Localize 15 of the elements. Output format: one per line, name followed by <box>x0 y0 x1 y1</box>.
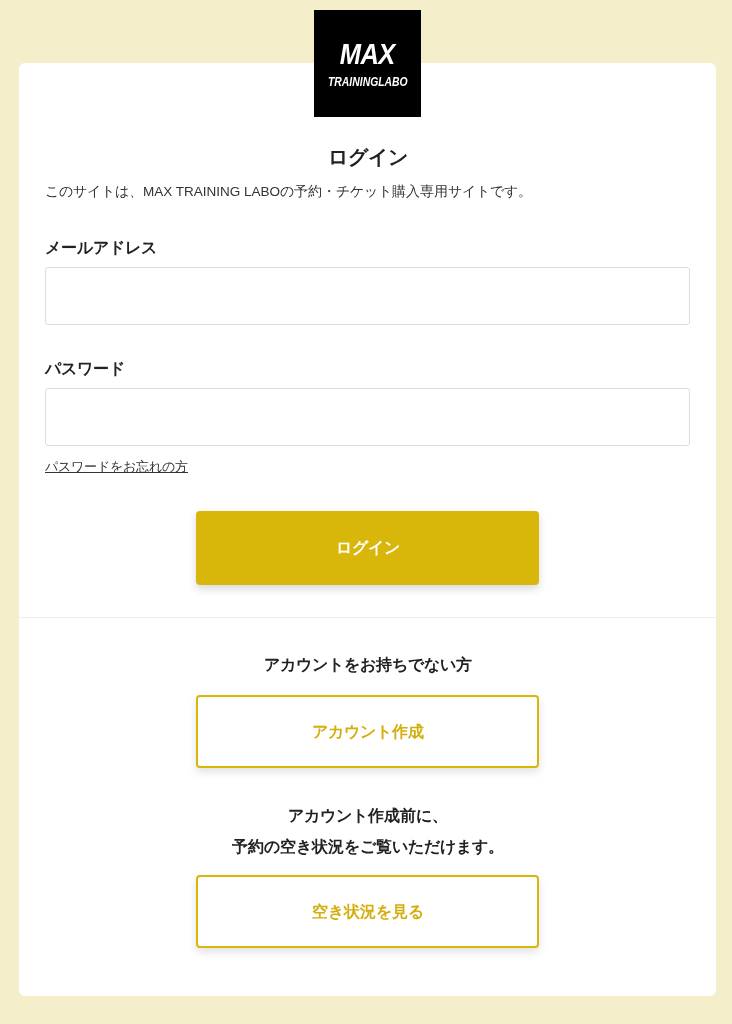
site-description: このサイトは、MAX TRAINING LABOの予約・チケット購入専用サイトです。 <box>45 183 533 201</box>
input-field[interactable] <box>45 388 690 446</box>
field-label: メールアドレス <box>45 238 157 258</box>
field-label: パスワード <box>45 359 125 379</box>
availability-note: アカウント作成前に、 <box>287 806 448 826</box>
page-title: ログイン <box>327 145 408 170</box>
view-availability-button[interactable]: 空き状況を見る <box>196 875 539 948</box>
create-account-button[interactable]: アカウント作成 <box>196 695 539 768</box>
logo-wordmark: MAX <box>340 39 395 69</box>
forgot-password-link[interactable]: パスワードをお忘れの方 <box>45 457 188 477</box>
input-field[interactable] <box>45 267 690 325</box>
login-button[interactable]: ログイン <box>196 511 539 585</box>
logo-subtitle: TRAININGLABO <box>327 75 408 88</box>
signup-heading: アカウントをお持ちでない方 <box>263 655 472 676</box>
availability-note: 予約の空き状況をご覧いただけます。 <box>231 837 504 857</box>
